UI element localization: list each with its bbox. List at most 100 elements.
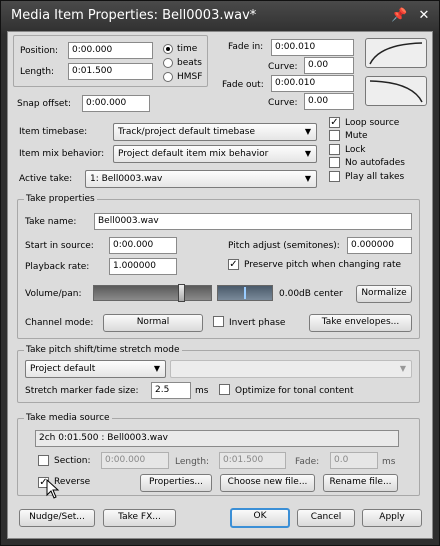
volume-pan-readout: 0.00dB center (279, 289, 343, 299)
title-bar[interactable]: Media Item Properties: Bell0003.wav* 📌 ✕ (1, 1, 439, 31)
channel-mode-button[interactable]: Normal (103, 314, 203, 332)
preserve-pitch-checkbox[interactable]: ✓ (228, 259, 239, 270)
invert-phase-checkbox[interactable] (213, 316, 224, 327)
pitch-mode-value: Project default (30, 364, 96, 374)
chevron-down-icon: ▼ (153, 364, 160, 373)
optimize-tonal-label: Optimize for tonal content (235, 386, 354, 396)
pitch-mode-select[interactable]: Project default ▼ (25, 360, 166, 378)
pan-slider[interactable] (217, 285, 273, 301)
mute-checkbox[interactable] (329, 130, 340, 141)
pan-center-marker (244, 287, 246, 299)
volume-slider-thumb[interactable] (178, 284, 185, 302)
fade-in-curve-label: Curve: (268, 62, 298, 72)
volume-pan-label: Volume/pan: (25, 289, 82, 299)
section-start-input[interactable]: 0:00.000 (101, 452, 169, 469)
fade-out-shape-button[interactable] (365, 76, 427, 106)
fade-out-input[interactable]: 0:00.010 (271, 75, 354, 92)
radio-hmsf[interactable] (163, 72, 173, 82)
playback-rate-input[interactable]: 1.000000 (109, 258, 177, 275)
properties-button[interactable]: Properties... (140, 474, 212, 492)
fade-out-label: Fade out: (222, 80, 264, 90)
pitch-shift-title: Take pitch shift/time stretch mode (24, 344, 182, 356)
radio-time-label: time (177, 44, 198, 54)
stretch-fade-label: Stretch marker fade size: (25, 386, 139, 396)
take-name-input[interactable]: Bell0003.wav (94, 213, 412, 230)
item-mix-label: Item mix behavior: (19, 149, 105, 159)
loop-source-checkbox[interactable]: ✓ (329, 117, 340, 128)
invert-phase-label: Invert phase (229, 318, 286, 328)
stretch-fade-input[interactable]: 2.5 (151, 382, 191, 399)
media-source-title: Take media source (24, 412, 112, 424)
volume-slider[interactable] (93, 284, 212, 302)
choose-new-file-button[interactable]: Choose new file... (220, 474, 315, 492)
nudge-set-button[interactable]: Nudge/Set... (19, 509, 95, 527)
media-source-info: 2ch 0:01.500 : Bell0003.wav (35, 430, 399, 447)
section-length-input[interactable]: 0:01.500 (219, 452, 286, 469)
channel-mode-label: Channel mode: (25, 318, 94, 328)
radio-time[interactable] (163, 44, 173, 54)
length-input[interactable]: 0:01.500 (68, 63, 153, 80)
position-label: Position: (20, 46, 59, 56)
chevron-down-icon: ▼ (304, 174, 311, 183)
mute-label: Mute (345, 131, 368, 141)
item-timebase-label: Item timebase: (19, 127, 88, 137)
loop-source-label: Loop source (345, 118, 400, 128)
chevron-down-icon: ▼ (304, 127, 311, 136)
pin-icon[interactable]: 📌 (391, 8, 407, 24)
pitch-adjust-input[interactable]: 0.000000 (347, 237, 412, 254)
active-take-select[interactable]: 1: Bell0003.wav ▼ (85, 170, 317, 188)
length-label: Length: (20, 67, 55, 77)
lock-label: Lock (345, 145, 366, 155)
normalize-button[interactable]: Normalize (356, 285, 412, 303)
fade-in-curve-input[interactable]: 0.00 (304, 57, 354, 74)
section-fade-unit: ms (382, 457, 396, 467)
pitch-adjust-label: Pitch adjust (semitones): (228, 241, 340, 251)
fade-in-curve-icon (369, 42, 423, 65)
media-item-properties-window: Media Item Properties: Bell0003.wav* 📌 ✕… (0, 0, 440, 546)
optimize-tonal-checkbox[interactable] (219, 384, 230, 395)
ok-button[interactable]: OK (230, 508, 290, 528)
active-take-label: Active take: (19, 174, 73, 184)
fade-in-shape-button[interactable] (365, 38, 427, 68)
section-fade-input[interactable]: 0.0 (330, 452, 378, 469)
item-timebase-value: Track/project default timebase (118, 127, 255, 137)
section-length-label: Length: (175, 457, 210, 467)
playback-rate-label: Playback rate: (25, 262, 90, 272)
snap-offset-label: Snap offset: (17, 99, 71, 109)
start-in-source-input[interactable]: 0:00.000 (109, 237, 177, 254)
lock-checkbox[interactable] (329, 144, 340, 155)
section-fade-label: Fade: (295, 457, 320, 467)
item-mix-value: Project default item mix behavior (118, 149, 269, 159)
dialog-body: Position: 0:00.000 Length: 0:01.500 time… (7, 31, 433, 539)
start-in-source-label: Start in source: (25, 241, 94, 251)
fade-out-curve-input[interactable]: 0.00 (304, 93, 354, 110)
take-name-label: Take name: (25, 217, 77, 227)
cancel-button[interactable]: Cancel (297, 509, 355, 527)
item-timebase-select[interactable]: Track/project default timebase ▼ (113, 123, 317, 141)
active-take-value: 1: Bell0003.wav (90, 174, 163, 184)
radio-beats-label: beats (177, 58, 202, 68)
close-icon[interactable]: ✕ (416, 8, 432, 24)
pitch-submode-select[interactable]: ▼ (170, 360, 412, 378)
window-title: Media Item Properties: Bell0003.wav* (11, 8, 257, 23)
radio-beats[interactable] (163, 58, 173, 68)
fade-out-curve-icon (369, 80, 423, 103)
section-checkbox[interactable] (38, 455, 49, 466)
chevron-down-icon: ▼ (399, 364, 406, 373)
fade-in-input[interactable]: 0:00.010 (271, 39, 354, 56)
no-autofades-checkbox[interactable] (329, 157, 340, 168)
chevron-down-icon: ▼ (304, 149, 311, 158)
fade-in-label: Fade in: (228, 42, 264, 52)
section-label: Section: (54, 456, 91, 466)
play-all-takes-checkbox[interactable] (329, 171, 340, 182)
snap-offset-input[interactable]: 0:00.000 (82, 95, 150, 112)
play-all-takes-label: Play all takes (345, 172, 405, 182)
position-input[interactable]: 0:00.000 (68, 42, 153, 59)
preserve-pitch-label: Preserve pitch when changing rate (244, 260, 402, 270)
rename-file-button[interactable]: Rename file... (323, 474, 398, 492)
item-mix-select[interactable]: Project default item mix behavior ▼ (113, 145, 317, 163)
apply-button[interactable]: Apply (362, 509, 422, 527)
take-fx-button[interactable]: Take FX... (103, 509, 176, 527)
stretch-fade-unit: ms (195, 386, 209, 396)
take-envelopes-button[interactable]: Take envelopes... (309, 314, 412, 332)
